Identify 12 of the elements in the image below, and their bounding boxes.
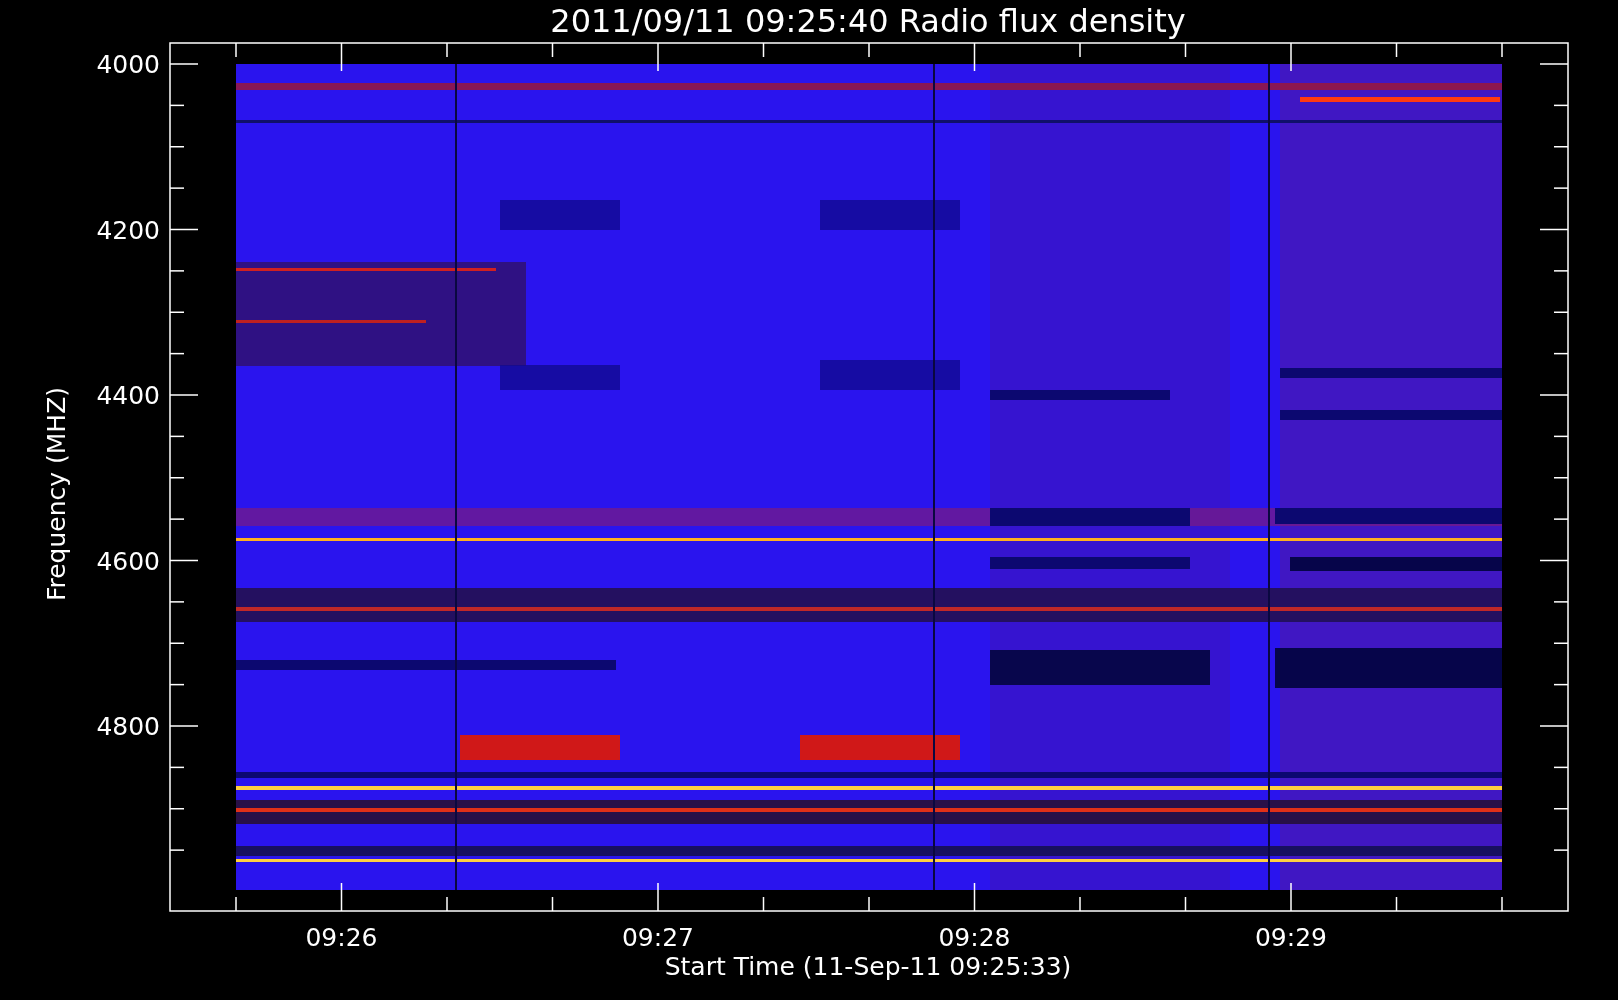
x-axis-label: Start Time (11-Sep-11 09:25:33) [664, 952, 1072, 981]
y-axis-label: Frequency (MHZ) [42, 386, 71, 602]
y-tick-label: 4000 [96, 50, 160, 79]
x-tick-label: 09:29 [1255, 923, 1327, 952]
y-tick-label: 4400 [96, 381, 160, 410]
x-tick-label: 09:28 [938, 923, 1011, 952]
x-tick-label: 09:27 [622, 923, 694, 952]
x-tick-label: 09:26 [305, 923, 378, 952]
plot-title: 2011/09/11 09:25:40 Radio flux density [550, 2, 1186, 40]
y-tick-label: 4800 [96, 712, 160, 741]
y-tick-label: 4600 [96, 546, 160, 576]
y-tick-label: 4200 [96, 215, 160, 245]
